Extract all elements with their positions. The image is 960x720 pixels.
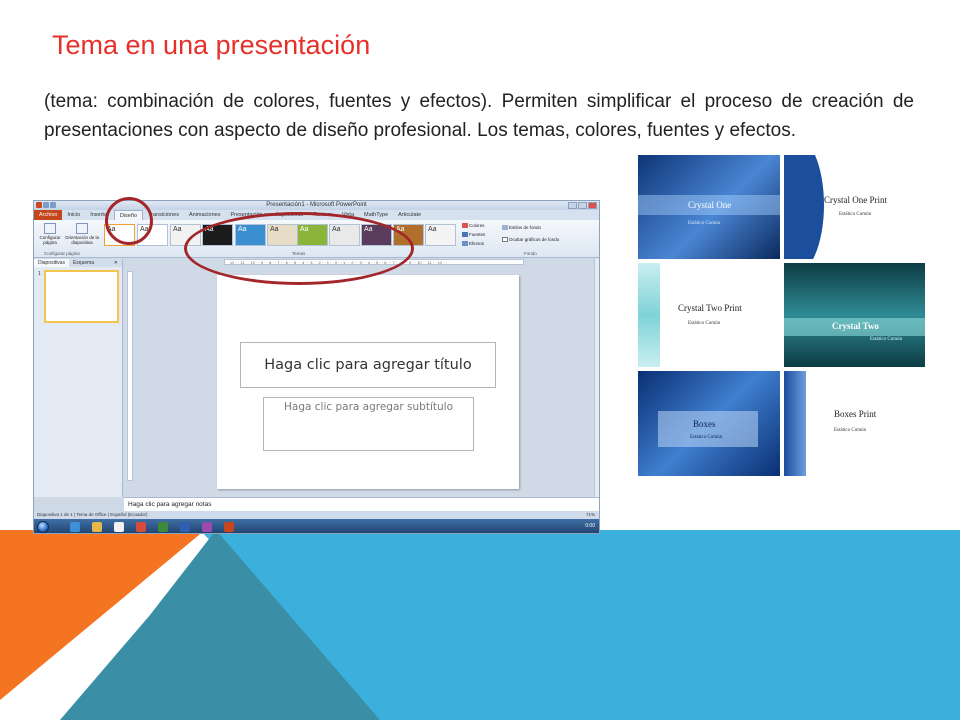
theme-gallery: Crystal One Estático Común Crystal One P… — [638, 155, 925, 476]
hide-bg-checkbox[interactable]: Ocultar gráficos de fondo — [502, 237, 560, 243]
bg-styles-label: Estilos de fondo — [509, 225, 542, 230]
tab-inicio[interactable]: Inicio — [62, 210, 85, 220]
crystal-one-print-title: Crystal One Print — [824, 195, 887, 205]
orientation-label: Orientación de la diapositiva — [64, 235, 100, 245]
theme-crystal-two: Crystal Two Estático Común — [784, 263, 925, 367]
window-controls — [568, 202, 597, 209]
start-button-icon[interactable] — [37, 521, 49, 533]
tab-animaciones[interactable]: Animaciones — [184, 210, 226, 220]
group-background-label: Fondo — [524, 251, 537, 256]
crystal-one-title: Crystal One — [688, 200, 732, 210]
word-icon[interactable] — [180, 522, 190, 532]
excel-icon[interactable] — [158, 522, 168, 532]
crystal-two-subtitle: Estático Común — [870, 337, 903, 342]
theme-11[interactable]: Aa — [425, 224, 456, 246]
vertical-scrollbar[interactable] — [594, 259, 599, 497]
notes-pane[interactable]: Haga clic para agregar notas — [124, 497, 599, 511]
close-icon[interactable] — [588, 202, 597, 209]
page-setup-label: Configurar página — [39, 235, 61, 245]
zoom-level[interactable]: 71% — [586, 511, 595, 519]
orientation-icon — [76, 223, 88, 234]
theme-boxes-print: Boxes Print Estático Común — [784, 371, 925, 476]
theme-crystal-one: Crystal One Estático Común — [638, 155, 780, 259]
vertical-ruler — [127, 271, 133, 481]
tab-archivo[interactable]: Archivo — [34, 210, 63, 220]
slide-canvas[interactable]: Haga clic para agregar título Haga clic … — [217, 275, 519, 489]
group-page-label: Configurar página — [44, 251, 80, 256]
document-icon[interactable] — [114, 522, 124, 532]
slides-panel: Diapositivas Esquema ✕ 1 — [34, 259, 123, 497]
annotation-circle-design-tab — [105, 197, 153, 245]
save-icon[interactable] — [43, 202, 49, 208]
ie-icon[interactable] — [70, 522, 80, 532]
windows-taskbar: 0:00 — [34, 519, 599, 533]
status-theme: Tema de Office — [76, 512, 107, 517]
tab-outline[interactable]: Esquema — [69, 259, 98, 267]
bg-styles-icon — [502, 225, 508, 231]
bg-styles-button[interactable]: Estilos de fondo — [502, 225, 542, 231]
panel-tabs: Diapositivas Esquema ✕ — [34, 259, 122, 267]
slide-number: 1 — [38, 271, 41, 277]
boxes-print-title: Boxes Print — [834, 409, 877, 419]
minimize-icon[interactable] — [568, 202, 577, 209]
checkbox-icon — [502, 237, 508, 243]
annotation-ellipse-themes — [184, 212, 414, 285]
slide-edit-area: · · 12 · · 11 · · 10 · · 9 · · 8 · · 7 ·… — [124, 259, 599, 497]
crystal-one-subtitle: Estático Común — [688, 221, 721, 226]
status-slide: Diapositiva 1 de 1 — [37, 512, 73, 517]
tab-articulate[interactable]: Articulate — [393, 210, 426, 220]
boxes-band — [658, 411, 758, 447]
crystal-two-print-strip — [638, 263, 660, 367]
slide-thumbnail[interactable] — [44, 270, 119, 323]
colors-icon — [462, 223, 468, 229]
app-icon[interactable] — [202, 522, 212, 532]
colors-button[interactable]: Colores — [462, 223, 485, 229]
effects-button[interactable]: Efectos — [462, 241, 485, 247]
explorer-icon[interactable] — [92, 522, 102, 532]
theme-boxes: Boxes Estático Común — [638, 371, 780, 476]
boxes-print-subtitle: Estático Común — [834, 428, 867, 433]
quick-access-toolbar — [36, 202, 66, 209]
orientation-button[interactable]: Orientación de la diapositiva — [64, 223, 100, 245]
crystal-one-print-subtitle: Estático Común — [839, 212, 872, 217]
powerpoint-taskbar-icon[interactable] — [224, 522, 234, 532]
boxes-title: Boxes — [693, 419, 716, 429]
page-setup-icon — [44, 223, 56, 234]
slide-title: Tema en una presentación — [52, 30, 371, 60]
slide-body-text: (tema: combinación de colores, fuentes y… — [44, 91, 914, 141]
media-icon[interactable] — [136, 522, 146, 532]
fonts-label: Fuentes — [469, 232, 486, 237]
status-bar: Diapositiva 1 de 1 | Tema de Office | Es… — [34, 511, 599, 519]
undo-icon[interactable] — [50, 202, 56, 208]
hide-bg-label: Ocultar gráficos de fondo — [509, 237, 560, 242]
effects-icon — [462, 241, 468, 247]
panel-close-icon[interactable]: ✕ — [110, 259, 122, 267]
theme-crystal-two-print: Crystal Two Print Estático Común — [638, 263, 780, 367]
clock: 0:00 — [585, 523, 595, 529]
powerpoint-icon — [36, 202, 42, 208]
theme-crystal-one-print: Crystal One Print Estático Común — [784, 155, 925, 259]
boxes-subtitle: Estático Común — [690, 435, 723, 440]
fonts-button[interactable]: Fuentes — [462, 232, 486, 238]
ppt-window-title: Presentación1 - Microsoft PowerPoint — [266, 202, 367, 208]
status-language: Español (Ecuador) — [110, 512, 148, 517]
title-placeholder[interactable]: Haga clic para agregar título — [240, 342, 496, 388]
crystal-print-arc — [784, 155, 824, 259]
crystal-two-print-title: Crystal Two Print — [678, 303, 742, 313]
page-setup-button[interactable]: Configurar página — [36, 223, 64, 245]
effects-label: Efectos — [469, 241, 485, 246]
colors-label: Colores — [469, 223, 485, 228]
crystal-two-print-subtitle: Estático Común — [688, 321, 721, 326]
fonts-icon — [462, 232, 468, 238]
crystal-two-title: Crystal Two — [832, 321, 879, 331]
subtitle-placeholder[interactable]: Haga clic para agregar subtítulo — [263, 397, 474, 451]
boxes-print-strip — [784, 371, 806, 476]
tab-slides[interactable]: Diapositivas — [34, 259, 69, 267]
maximize-icon[interactable] — [578, 202, 587, 209]
